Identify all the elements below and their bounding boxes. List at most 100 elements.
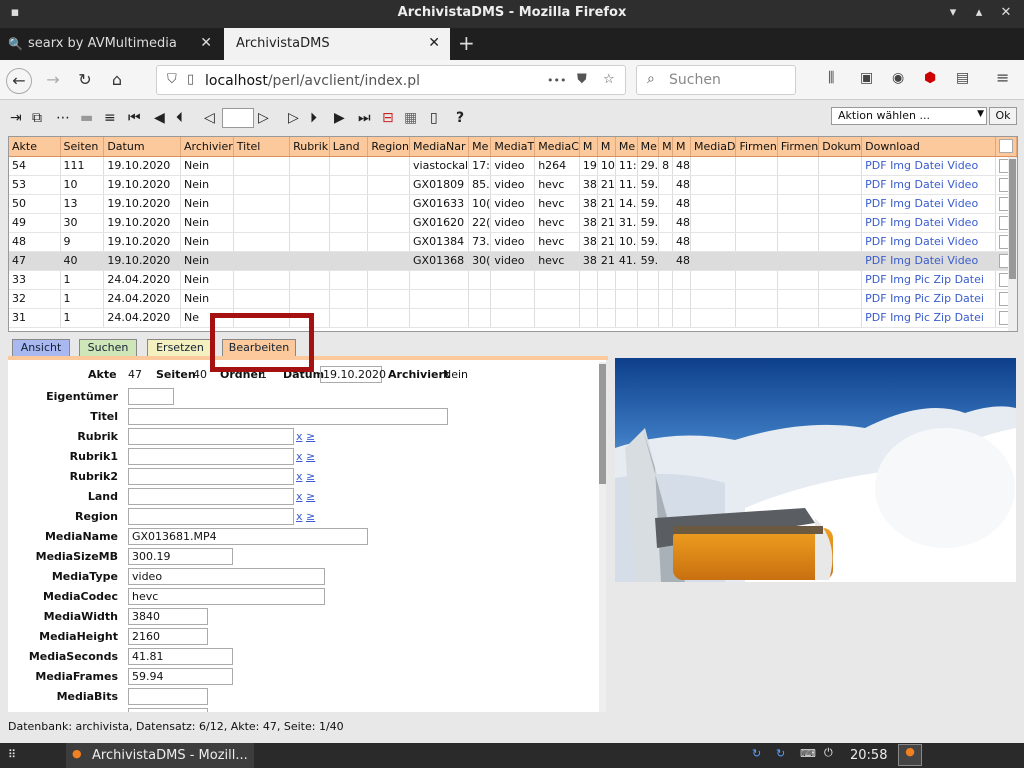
table-row[interactable]: 32 1 24.04.2020 Nein PDF Img Pic Zip Datei	[9, 289, 1017, 309]
action-select[interactable]: Aktion wählen ... ▼	[831, 107, 987, 125]
ublock-icon[interactable]: ⬢	[924, 70, 936, 86]
tab-suchen[interactable]: Suchen	[79, 339, 137, 357]
datum-input[interactable]: 19.10.2020	[320, 366, 386, 383]
maximize-icon[interactable]: ▴	[970, 5, 988, 20]
minimize-icon[interactable]: ▾	[944, 5, 962, 20]
close-tab-icon[interactable]: ✕	[200, 35, 212, 51]
download-links[interactable]: PDF Img Datei Video	[861, 251, 997, 271]
extension-icon[interactable]: ▤	[956, 70, 969, 86]
column-header[interactable]: Dokum	[818, 137, 863, 157]
column-header[interactable]: Download	[861, 137, 997, 157]
field-input[interactable]: hevc	[128, 588, 325, 605]
field-input[interactable]	[128, 488, 294, 505]
firefox-tray-icon[interactable]: ●	[898, 744, 922, 766]
column-header[interactable]: Me	[468, 137, 492, 157]
field-input[interactable]	[128, 468, 294, 485]
prev-page-icon[interactable]: ◀	[154, 108, 165, 128]
account-icon[interactable]: ◉	[892, 70, 904, 86]
clear-link[interactable]: x	[296, 450, 303, 463]
column-header[interactable]: Archivier	[180, 137, 234, 157]
column-header[interactable]: Me	[615, 137, 638, 157]
apps-menu-icon[interactable]: ⠿	[8, 748, 16, 761]
page-number-input[interactable]	[222, 108, 254, 128]
sync-icon[interactable]: ↻	[776, 747, 785, 760]
column-header[interactable]: MediaNar	[409, 137, 470, 157]
new-tab-icon[interactable]: +	[458, 31, 475, 55]
prev-single-icon[interactable]: ◁	[204, 108, 215, 128]
next-page-icon[interactable]: ▶	[334, 108, 345, 128]
download-links[interactable]: PDF Img Pic Zip Datei	[861, 270, 997, 290]
page-actions-icon[interactable]: •••	[547, 74, 566, 87]
tab-searx[interactable]: 🔍 searx by AVMultimedia ✕	[0, 28, 222, 60]
field-input[interactable]	[128, 408, 448, 425]
close-window-icon[interactable]: ✕	[997, 5, 1015, 20]
lookup-link[interactable]: ≥	[306, 470, 315, 483]
import-icon[interactable]: ⇥	[10, 108, 22, 128]
bookmark-star-icon[interactable]: ☆	[603, 72, 615, 87]
column-header[interactable]: Region	[367, 137, 411, 157]
help-icon[interactable]: ?	[456, 108, 464, 128]
field-input[interactable]: 59.94	[128, 668, 233, 685]
field-input[interactable]: 300.19	[128, 548, 233, 565]
clear-link[interactable]: x	[296, 490, 303, 503]
update-icon[interactable]: ↻	[752, 747, 761, 760]
image-icon[interactable]: ▬	[80, 108, 93, 128]
field-input[interactable]: 48000	[128, 708, 208, 712]
table-row[interactable]: 53 10 19.10.2020 Nein GX01809 85. video hevc 38 2…	[9, 175, 1017, 195]
power-icon[interactable]: ⏻	[824, 746, 833, 760]
home-button[interactable]: ⌂	[104, 68, 130, 94]
search-input[interactable]: ⌕ Suchen	[636, 65, 796, 95]
table-row[interactable]: 47 40 19.10.2020 Nein GX01368 30(video hevc 38 2…	[9, 251, 1017, 271]
back-button[interactable]: ←	[6, 68, 32, 94]
sidebar-icon[interactable]: ▣	[860, 70, 873, 86]
column-header[interactable]: Datum	[103, 137, 182, 157]
lookup-link[interactable]: ≥	[306, 510, 315, 523]
download-links[interactable]: PDF Img Pic Zip Datei	[861, 308, 997, 328]
table-row[interactable]: 54 111 19.10.2020 Nein viastockal 17: video h26…	[9, 156, 1017, 176]
field-input[interactable]: 2160	[128, 628, 208, 645]
lookup-link[interactable]: ≥	[306, 490, 315, 503]
download-links[interactable]: PDF Img Datei Video	[861, 232, 997, 252]
tab-ansicht[interactable]: Ansicht	[12, 339, 70, 357]
field-input[interactable]: 41.81	[128, 648, 233, 665]
tab-ersetzen[interactable]: Ersetzen	[147, 339, 213, 357]
column-header[interactable]: Land	[329, 137, 369, 157]
scrollbar-thumb[interactable]	[599, 364, 606, 484]
column-header[interactable]	[995, 137, 1017, 157]
column-header[interactable]: MediaT	[490, 137, 536, 157]
next-single-icon[interactable]: ▷	[258, 108, 269, 128]
clear-link[interactable]: x	[296, 470, 303, 483]
column-header[interactable]: MediaD	[690, 137, 737, 157]
taskbar-app-button[interactable]: ● ArchivistaDMS - Mozill...	[66, 743, 254, 768]
lookup-link[interactable]: ≥	[306, 450, 315, 463]
archive-icon[interactable]: ▦	[404, 108, 417, 128]
first-page-icon[interactable]: ⏮	[128, 108, 141, 128]
column-header[interactable]: Akte	[9, 137, 61, 157]
ok-button[interactable]: Ok	[989, 107, 1017, 125]
download-links[interactable]: PDF Img Pic Zip Datei	[861, 289, 997, 309]
close-tab-icon[interactable]: ✕	[428, 35, 440, 51]
last-page-icon[interactable]: ⏭	[358, 108, 371, 128]
first-single-icon[interactable]: ⏴	[176, 108, 183, 128]
table-row[interactable]: 33 1 24.04.2020 Nein PDF Img Pic Zip Datei	[9, 270, 1017, 290]
column-header[interactable]: Me	[637, 137, 660, 157]
column-header[interactable]: Seiten	[60, 137, 105, 157]
download-links[interactable]: PDF Img Datei Video	[861, 156, 997, 176]
select-all-checkbox[interactable]	[999, 139, 1014, 154]
copy-icon[interactable]: ⧉	[32, 108, 42, 128]
column-header[interactable]: M	[672, 137, 691, 157]
table-row[interactable]: 49 30 19.10.2020 Nein GX01620 22(video hevc 38 2…	[9, 213, 1017, 233]
next-outline-icon[interactable]: ▷	[288, 108, 299, 128]
keyboard-icon[interactable]: ⌨	[800, 747, 816, 760]
clear-link[interactable]: x	[296, 430, 303, 443]
grid-icon[interactable]: ⋯	[56, 108, 70, 128]
table-row[interactable]: 48 9 19.10.2020 Nein GX01384 73. video hevc 38 21…	[9, 232, 1017, 252]
print-icon[interactable]: ⊟	[382, 108, 394, 128]
field-input[interactable]	[128, 508, 294, 525]
clear-link[interactable]: x	[296, 510, 303, 523]
column-header[interactable]: M	[658, 137, 673, 157]
reload-button[interactable]: ↻	[72, 68, 98, 94]
download-links[interactable]: PDF Img Datei Video	[861, 194, 997, 214]
table-row[interactable]: 50 13 19.10.2020 Nein GX01633 10(video hevc 38 2…	[9, 194, 1017, 214]
shield-icon[interactable]: ⛉	[167, 72, 177, 87]
